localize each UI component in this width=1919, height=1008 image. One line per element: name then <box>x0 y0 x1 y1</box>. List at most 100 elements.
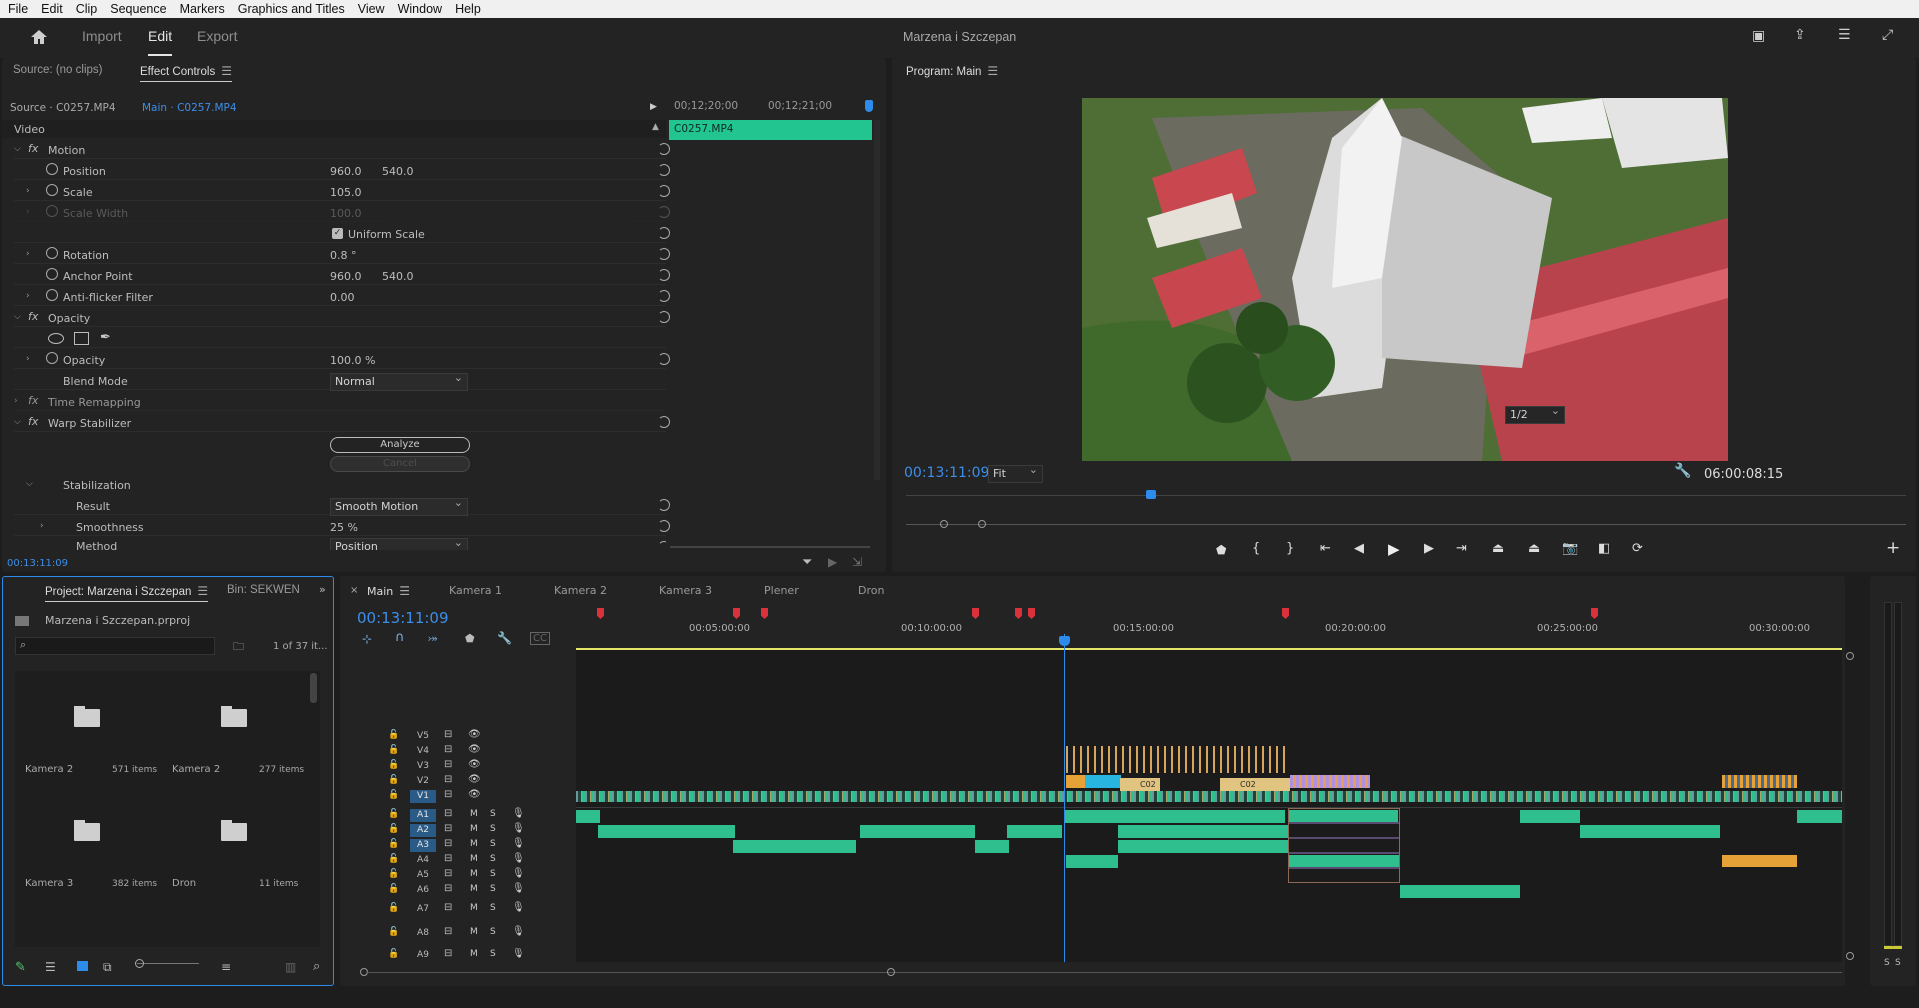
lock-icon[interactable]: 🔓 <box>388 730 399 740</box>
sync-lock-icon[interactable]: ⊟ <box>444 926 452 937</box>
automate-icon[interactable]: ▥ <box>285 960 296 974</box>
track-name[interactable]: V2 <box>410 775 436 788</box>
reset-icon[interactable] <box>658 416 670 428</box>
lock-icon[interactable]: 🔓 <box>388 839 399 849</box>
solo-right[interactable]: S <box>1895 958 1901 968</box>
expand-icon[interactable]: ⌵ <box>14 312 21 322</box>
expand-icon[interactable]: ⌵ <box>14 417 21 427</box>
mute-button[interactable]: M <box>470 949 478 958</box>
solo-button[interactable]: S <box>490 869 496 879</box>
zoom-handle-right[interactable] <box>978 520 986 528</box>
fx-motion-row[interactable]: ⌵ fx Motion <box>14 140 670 159</box>
microphone-icon[interactable]: 🎙 <box>512 853 525 864</box>
lock-icon[interactable]: 🔓 <box>388 949 399 958</box>
menu-graphics[interactable]: Graphics and Titles <box>230 0 350 18</box>
icon-view-icon[interactable] <box>77 961 88 971</box>
eye-icon[interactable]: 👁 <box>468 789 481 800</box>
reset-icon[interactable] <box>658 185 670 197</box>
microphone-icon[interactable]: 🎙 <box>512 883 525 894</box>
sync-lock-icon[interactable]: ⊟ <box>444 948 452 958</box>
fullscreen-icon[interactable]: ⤢ <box>1882 27 1893 43</box>
add-marker-icon[interactable]: ⬟ <box>465 632 475 645</box>
panel-menu-icon[interactable]: ☰ <box>221 64 232 78</box>
fx-opacity-row[interactable]: ⌵ fx Opacity <box>14 308 670 327</box>
step-back-icon[interactable]: ◀ <box>1354 541 1364 556</box>
track-name[interactable]: V1 <box>410 790 436 803</box>
collapse-icon[interactable]: ▲ <box>652 122 659 132</box>
solo-button[interactable]: S <box>490 927 496 937</box>
tab-effect-controls[interactable]: Effect Controls ☰ <box>140 64 232 82</box>
rotation-value[interactable]: 0.8 ° <box>330 249 357 262</box>
microphone-icon[interactable]: 🎙 <box>512 808 525 819</box>
bin-item[interactable]: Kamera 3 382 items <box>15 785 160 895</box>
track-name[interactable]: A4 <box>410 854 436 867</box>
mark-out-icon[interactable]: } <box>1286 541 1294 556</box>
track-name[interactable]: A6 <box>410 884 436 897</box>
export-frame-icon[interactable]: 📷 <box>1562 541 1578 556</box>
mute-button[interactable]: M <box>470 839 478 849</box>
clip-c02[interactable]: C02 <box>1220 778 1290 791</box>
master-clip[interactable]: Source · C0257.MP4 <box>10 102 116 114</box>
lock-icon[interactable]: 🔓 <box>388 854 399 864</box>
reset-icon[interactable] <box>658 248 670 260</box>
track-name[interactable]: A9 <box>410 949 436 958</box>
zoom-slider[interactable] <box>137 963 199 964</box>
timeline-clip[interactable] <box>1118 840 1288 853</box>
timeline-clip[interactable] <box>1085 775 1121 788</box>
timeline-tracks-area[interactable] <box>576 650 1842 962</box>
position-y[interactable]: 540.0 <box>382 165 414 178</box>
bin-item[interactable]: Dron 11 items <box>162 785 307 895</box>
expand-icon[interactable]: › <box>26 249 30 259</box>
ellipse-mask-icon[interactable] <box>48 333 64 344</box>
expand-icon[interactable]: ⌵ <box>26 479 33 489</box>
track-name[interactable]: A1 <box>410 809 436 822</box>
tab-source[interactable]: Source: (no clips) <box>13 64 102 76</box>
lock-icon[interactable]: 🔓 <box>388 884 399 894</box>
settings-wrench-icon[interactable]: 🔧 <box>497 631 512 645</box>
analyze-button[interactable]: Analyze <box>330 437 470 453</box>
mute-button[interactable]: M <box>470 854 478 864</box>
ec-scrollbar[interactable] <box>874 120 880 480</box>
program-ruler[interactable] <box>906 495 1906 496</box>
timeline-clip[interactable] <box>1797 810 1842 823</box>
timeline-clip[interactable] <box>860 825 975 838</box>
timeline-clip[interactable] <box>1065 810 1285 823</box>
reset-icon[interactable] <box>658 520 670 532</box>
lift-icon[interactable]: ⏏ <box>1492 541 1504 556</box>
microphone-icon[interactable]: 🎙 <box>512 926 525 937</box>
tab-kamera-1[interactable]: Kamera 1 <box>449 584 502 597</box>
menu-clip[interactable]: Clip <box>68 0 103 18</box>
playhead-handle[interactable] <box>1059 636 1070 646</box>
sync-lock-icon[interactable]: ⊟ <box>444 789 452 800</box>
method-dropdown[interactable]: Position <box>330 538 468 550</box>
track-name[interactable]: V4 <box>410 745 436 758</box>
eye-icon[interactable]: 👁 <box>468 759 481 770</box>
sync-lock-icon[interactable]: ⊟ <box>444 853 452 864</box>
quick-export-icon[interactable]: ▣ <box>1752 28 1765 44</box>
new-bin-icon[interactable]: 🗀 <box>233 638 244 657</box>
anchor-x[interactable]: 960.0 <box>330 270 362 283</box>
microphone-icon[interactable]: 🎙 <box>512 823 525 834</box>
snap-icon[interactable]: ∩ <box>395 630 405 645</box>
project-search-input[interactable]: ⌕ <box>15 637 215 655</box>
tab-program[interactable]: Program: Main ☰ <box>906 64 998 78</box>
scale-value[interactable]: 105.0 <box>330 186 362 199</box>
track-name[interactable]: A8 <box>410 927 436 940</box>
sort-icon[interactable]: ≡ <box>221 960 231 974</box>
lock-icon[interactable]: 🔓 <box>388 790 399 800</box>
microphone-icon[interactable]: 🎙 <box>512 868 525 879</box>
solo-button[interactable]: S <box>490 809 496 819</box>
eye-icon[interactable]: 👁 <box>468 774 481 785</box>
timeline-clip[interactable] <box>576 810 600 823</box>
filter-icon[interactable]: ⏷ <box>802 555 812 570</box>
mute-button[interactable]: M <box>470 869 478 879</box>
selected-clip-group[interactable] <box>1288 808 1400 883</box>
freeform-view-icon[interactable]: ⧉ <box>103 960 112 975</box>
v1-clips-strip[interactable] <box>576 791 1842 802</box>
sync-lock-icon[interactable]: ⊟ <box>444 868 452 879</box>
timeline-clip[interactable] <box>1007 825 1062 838</box>
program-zoom-bar[interactable] <box>906 524 1906 525</box>
play-audio-icon[interactable]: ▶ <box>828 555 837 569</box>
go-to-out-icon[interactable]: ⇥ <box>1456 541 1467 556</box>
sync-lock-icon[interactable]: ⊟ <box>444 838 452 849</box>
